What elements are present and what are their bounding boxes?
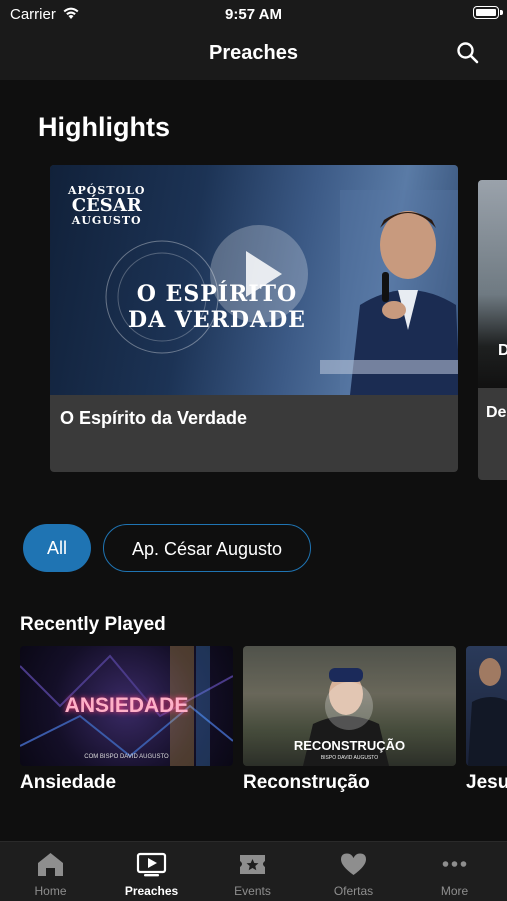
tab-more[interactable]: More [404,842,505,901]
recent-item-label: Reconstrução [243,772,370,793]
filter-chip-all[interactable]: All [23,524,91,572]
home-icon [38,853,63,876]
highlight-thumbnail: APÓSTOLO CÉSAR AUGUSTO O ESPÍRITO DA VER… [50,165,458,395]
tab-preaches[interactable]: Preaches [101,842,202,901]
recent-thumbnail-ansiedade[interactable]: ANSIEDADE COM BISPO DAVID AUGUSTO [20,646,233,766]
tab-label: Preaches [124,884,179,898]
highlights-title: Highlights [38,112,170,142]
tab-label: Ofertas [333,884,374,898]
tv-play-icon [136,852,167,877]
nav-bar: Preaches [0,30,507,80]
tab-label: Home [34,884,67,898]
recent-thumbnail-reconstrucao[interactable]: RECONSTRUÇÃO BISPO DAVID AUGUSTO [243,646,456,766]
battery-icon [473,6,503,19]
filter-chip-cesar-augusto[interactable]: Ap. César Augusto [103,524,311,572]
page-title: Preaches [209,42,298,64]
status-bar: Carrier 9:57 AM [0,0,507,30]
tab-label: More [440,884,469,898]
speaker-figure [468,658,507,766]
recent-thumbnail-jesus[interactable] [466,646,507,766]
thumbnail-art-header: APÓSTOLO CÉSAR AUGUSTO [68,184,146,228]
tab-bar: Home Preaches Events Ofertas More [0,841,507,901]
thumbnail-art-subtitle: BISPO DAVID AUGUSTO [320,755,379,761]
thumbnail-art-title: RECONSTRUÇÃO [293,738,406,753]
play-icon[interactable] [325,682,373,730]
search-icon[interactable] [455,40,481,66]
recent-item-label: Jesu [466,772,507,793]
heart-icon [341,853,366,875]
highlight-card[interactable]: D De Sé [478,180,507,480]
status-time: 9:57 AM [225,6,282,23]
highlight-card[interactable]: APÓSTOLO CÉSAR AUGUSTO O ESPÍRITO DA VER… [50,165,458,472]
tab-events[interactable]: Events [202,842,303,901]
tab-ofertas[interactable]: Ofertas [303,842,404,901]
more-dots-icon [442,861,467,867]
speaker-figure [320,190,458,395]
recently-played-title: Recently Played [20,614,166,635]
ticket-icon [240,855,265,874]
thumbnail-art-title: ANSIEDADE [64,694,189,717]
thumbnail-art-subtitle: COM BISPO DAVID AUGUSTO [84,754,169,760]
highlight-caption: O Espírito da Verdade [60,408,248,428]
tab-label: Events [234,884,271,898]
thumbnail-art-title: D [498,342,507,359]
highlight-caption: De Sé [486,404,507,421]
tab-home[interactable]: Home [0,842,101,901]
recent-item-label: Ansiedade [20,772,117,793]
play-icon[interactable] [210,225,308,323]
